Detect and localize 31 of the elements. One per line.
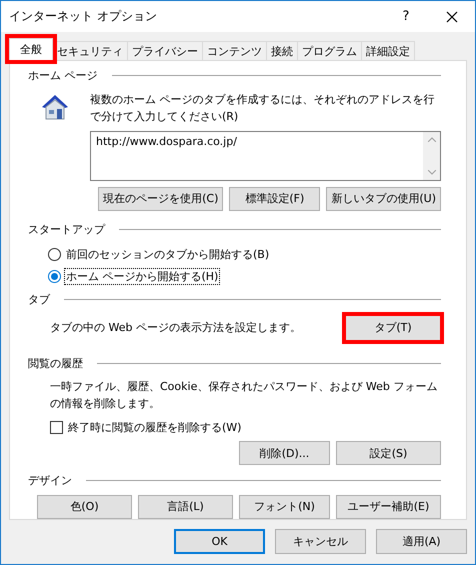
section-heading: デザイン	[28, 472, 72, 488]
description-text: 一時ファイル、履歴、Cookie、保存されたパスワード、および Web フォームの情報を削除します。	[49, 379, 438, 412]
section-heading: 閲覧の履歴	[28, 356, 83, 372]
radio-label[interactable]: 前回のセッションのタブから開始する(B)	[64, 246, 272, 264]
button[interactable]: キャンセル	[275, 529, 366, 554]
button[interactable]: 色(O)	[37, 494, 132, 519]
close-icon[interactable]	[446, 10, 458, 22]
section-heading: ホーム ページ	[28, 68, 98, 84]
section-heading: スタートアップ	[28, 222, 105, 237]
button[interactable]: 設定(S)	[336, 441, 441, 466]
radio-button[interactable]	[48, 248, 61, 262]
radio-label[interactable]: ホーム ページから開始する(H)	[64, 268, 220, 286]
button[interactable]: ユーザー補助(E)	[336, 494, 441, 519]
button[interactable]: OK	[174, 529, 265, 554]
button[interactable]: 現在のページを使用(C)	[98, 186, 224, 211]
description-text: 複数のホーム ページのタブを作成するには、それぞれのアドレスを行で分けて入力してください(R)	[90, 92, 436, 125]
window-title: インターネット オプション	[9, 8, 158, 25]
button[interactable]: 言語(L)	[138, 494, 233, 519]
checkbox[interactable]	[50, 421, 63, 434]
section-heading: タブ	[28, 292, 50, 308]
button[interactable]: フォント(N)	[239, 494, 330, 519]
button[interactable]: 削除(D)...	[239, 441, 330, 466]
help-button[interactable]: ?	[383, 9, 429, 24]
button[interactable]: 標準設定(F)	[229, 186, 320, 211]
button[interactable]: 適用(A)	[376, 529, 467, 554]
button[interactable]: 新しいタブの使用(U)	[326, 186, 441, 211]
description-text: タブの中の Web ページの表示方法を設定します。	[50, 320, 301, 336]
tab[interactable]: 詳細設定	[361, 41, 415, 60]
button[interactable]: タブ(T)	[345, 314, 441, 341]
radio-button[interactable]	[48, 270, 61, 284]
checkbox-label[interactable]: 終了時に閲覧の履歴を削除する(W)	[68, 420, 242, 436]
